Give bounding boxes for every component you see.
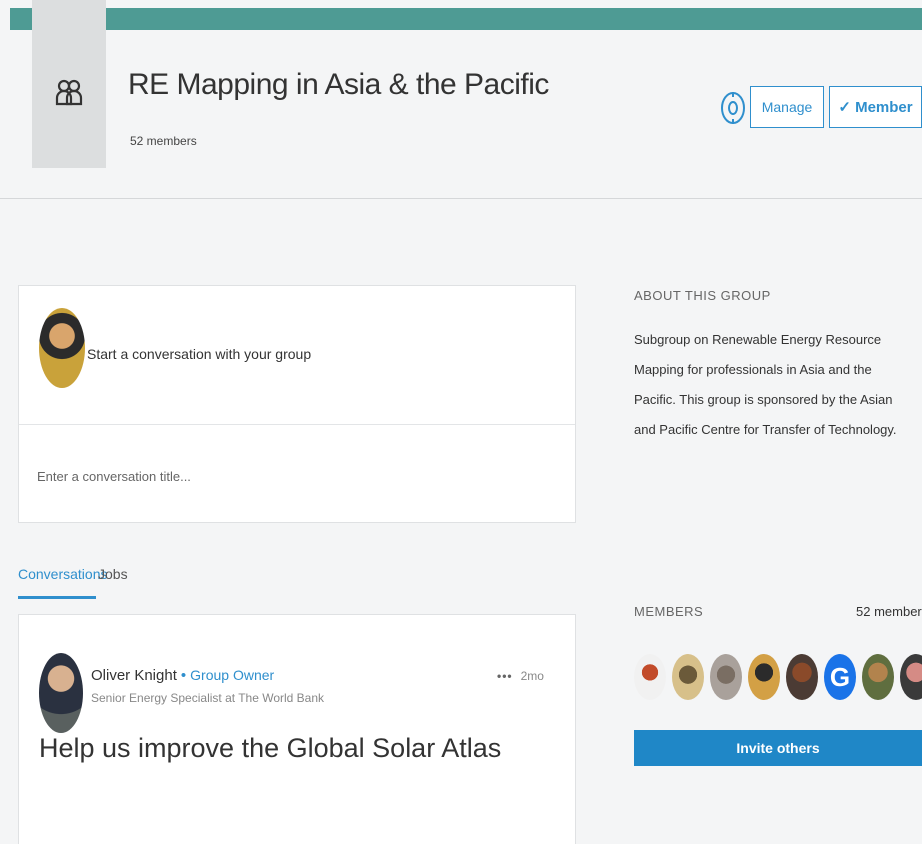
post-title[interactable]: Help us improve the Global Solar Atlas <box>39 733 501 764</box>
avatar <box>39 308 85 388</box>
role-badge: Group Owner <box>190 667 275 683</box>
conversation-title-input[interactable] <box>37 469 537 484</box>
gear-icon[interactable] <box>720 90 746 126</box>
avatar[interactable]: G <box>824 654 856 700</box>
group-logo <box>32 0 106 168</box>
members-count-link[interactable]: 52 members <box>856 604 922 619</box>
conversation-post: Oliver Knight • Group Owner Senior Energy … <box>18 614 576 844</box>
group-header: RE Mapping in Asia & the Pacific 52 memb… <box>0 0 922 199</box>
tab-conversations[interactable]: Conversations <box>18 566 108 582</box>
avatar[interactable] <box>748 654 780 700</box>
start-conversation-prompt[interactable]: Start a conversation with your group <box>87 346 311 362</box>
avatar[interactable] <box>39 653 83 733</box>
avatar[interactable] <box>634 654 666 700</box>
author-name[interactable]: Oliver Knight <box>91 667 177 684</box>
about-heading: ABOUT THIS GROUP <box>634 288 771 303</box>
conversation-composer: Start a conversation with your group <box>18 285 576 523</box>
avatar[interactable] <box>672 654 704 700</box>
about-description: Subgroup on Renewable Energy Resource Ma… <box>634 332 897 437</box>
divider <box>19 424 575 425</box>
group-icon <box>55 79 83 106</box>
invite-others-button[interactable]: Invite others <box>634 730 922 766</box>
post-time: 2mo <box>520 669 544 683</box>
avatar[interactable] <box>710 654 742 700</box>
avatar[interactable] <box>900 654 922 700</box>
separator-dot: • <box>180 667 187 684</box>
author-headline: Senior Energy Specialist at The World Ba… <box>91 691 325 705</box>
manage-button[interactable]: Manage <box>750 86 824 128</box>
header-member-count[interactable]: 52 members <box>130 134 197 148</box>
members-heading: MEMBERS <box>634 604 704 619</box>
avatar[interactable] <box>786 654 818 700</box>
more-options-icon[interactable]: ••• <box>497 669 513 683</box>
tab-jobs[interactable]: Jobs <box>98 566 128 582</box>
active-tab-indicator <box>18 596 96 599</box>
post-meta: ••• 2mo <box>497 669 544 683</box>
member-avatar-list: G <box>634 654 922 700</box>
page-title: RE Mapping in Asia & the Pacific <box>128 68 549 101</box>
avatar[interactable] <box>862 654 894 700</box>
member-button[interactable]: ✓ Member <box>829 86 922 128</box>
post-author: Oliver Knight • Group Owner <box>91 667 274 684</box>
